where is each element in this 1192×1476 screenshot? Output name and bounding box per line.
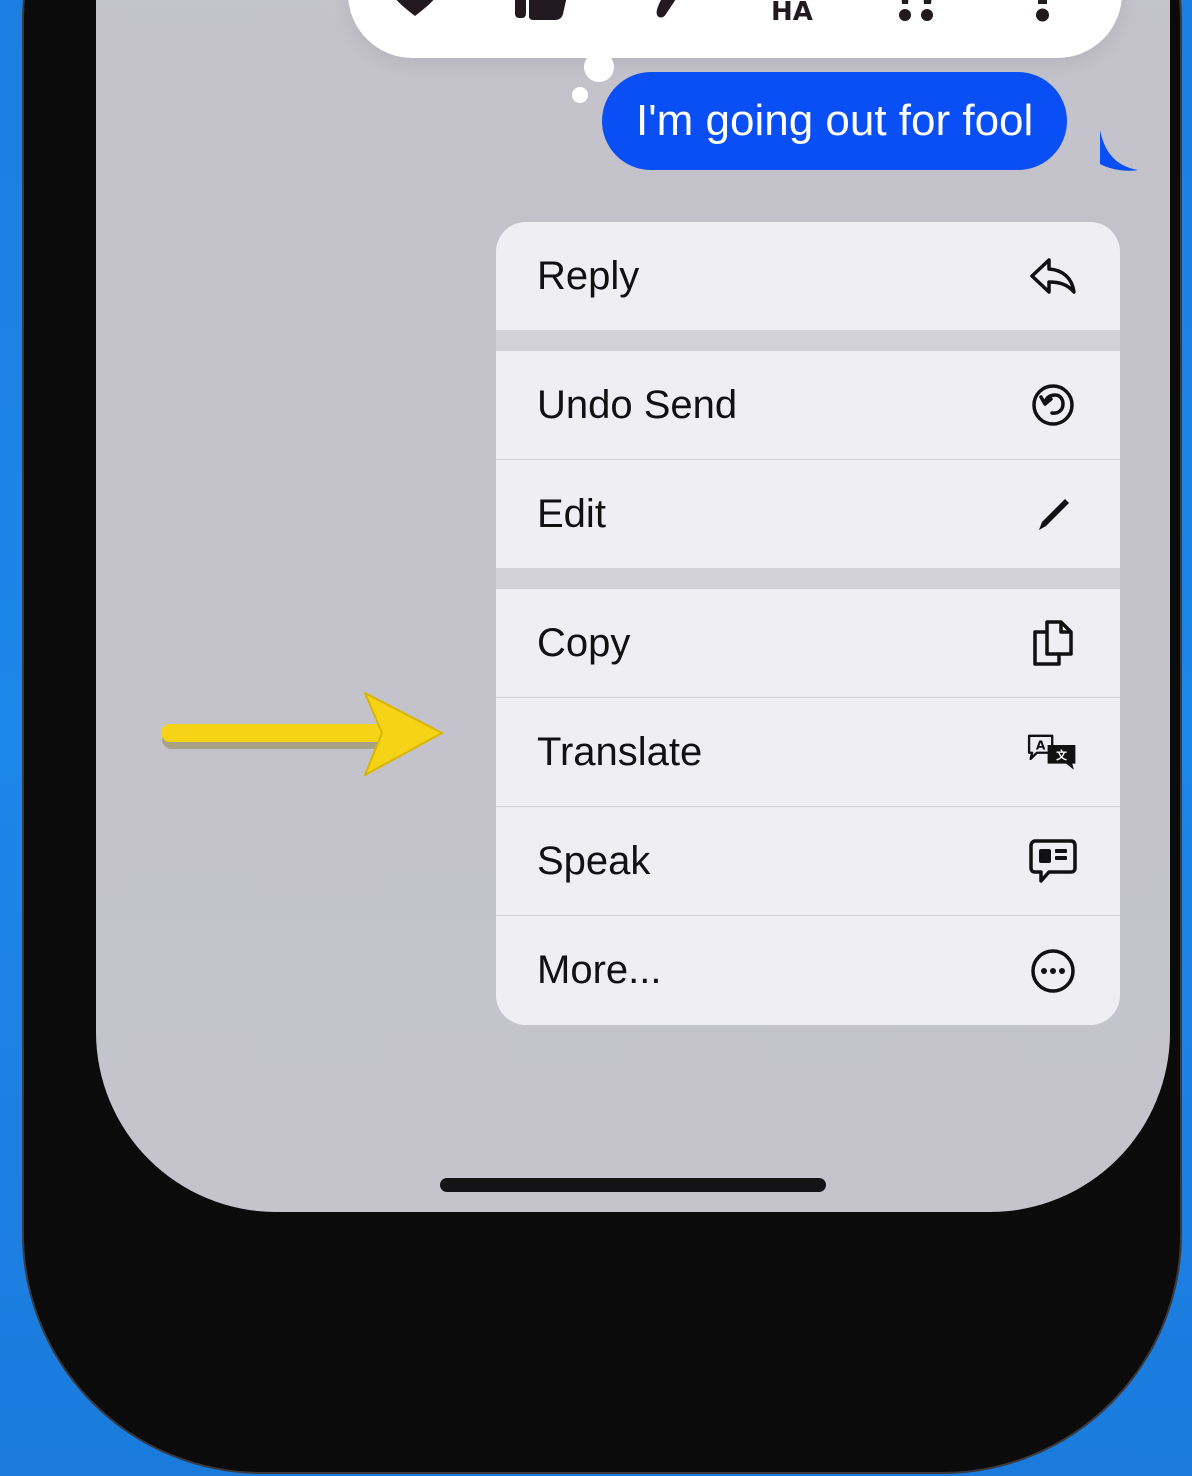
menu-item-reply[interactable]: Reply bbox=[496, 222, 1120, 331]
menu-item-label: Translate bbox=[537, 729, 703, 774]
yellow-arrow-annotation bbox=[161, 692, 443, 776]
translate-icon: A 文 bbox=[1026, 725, 1080, 779]
copy-icon bbox=[1026, 616, 1080, 670]
tapback-tail-dot-large bbox=[584, 52, 614, 82]
menu-item-speak[interactable]: Speak bbox=[496, 807, 1120, 916]
svg-text:A: A bbox=[1036, 739, 1046, 753]
menu-item-undo-send[interactable]: Undo Send bbox=[496, 351, 1120, 460]
heart-icon[interactable] bbox=[382, 0, 448, 27]
thumbs-down-icon[interactable] bbox=[633, 0, 699, 27]
speak-icon bbox=[1026, 834, 1080, 888]
sent-message-bubble[interactable]: I'm going out for fool bbox=[602, 72, 1068, 170]
menu-item-label: Speak bbox=[537, 838, 651, 883]
home-indicator[interactable] bbox=[440, 1178, 826, 1192]
pencil-icon bbox=[1026, 487, 1080, 541]
tapback-bar: HA HA bbox=[348, 0, 1122, 58]
undo-send-icon bbox=[1026, 378, 1080, 432]
exclamation-icon[interactable] bbox=[884, 0, 950, 27]
menu-item-label: Undo Send bbox=[537, 382, 738, 427]
svg-text:HA: HA bbox=[771, 0, 813, 24]
tapback-tail-dot-small bbox=[572, 87, 588, 103]
more-icon bbox=[1026, 944, 1080, 998]
menu-separator bbox=[496, 331, 1120, 351]
menu-item-label: More... bbox=[537, 948, 662, 992]
menu-item-translate[interactable]: Translate A 文 bbox=[496, 698, 1120, 807]
message-tail bbox=[1100, 130, 1138, 171]
menu-item-more[interactable]: More... bbox=[496, 916, 1120, 1025]
menu-item-label: Reply bbox=[537, 253, 640, 298]
menu-separator bbox=[496, 569, 1120, 589]
phone-screen: HA HA I'm going out for bbox=[96, 0, 1170, 1212]
menu-item-edit[interactable]: Edit bbox=[496, 460, 1120, 569]
question-icon[interactable] bbox=[1010, 0, 1076, 27]
haha-icon[interactable]: HA HA bbox=[759, 0, 825, 27]
context-menu: Reply Undo Send Edit Copy Translate A 文 … bbox=[496, 222, 1120, 1025]
thumbs-up-icon[interactable] bbox=[508, 0, 574, 27]
menu-item-copy[interactable]: Copy bbox=[496, 589, 1120, 698]
svg-text:文: 文 bbox=[1056, 748, 1067, 762]
menu-item-label: Edit bbox=[537, 491, 606, 536]
reply-icon bbox=[1026, 249, 1080, 303]
menu-item-label: Copy bbox=[537, 620, 631, 665]
